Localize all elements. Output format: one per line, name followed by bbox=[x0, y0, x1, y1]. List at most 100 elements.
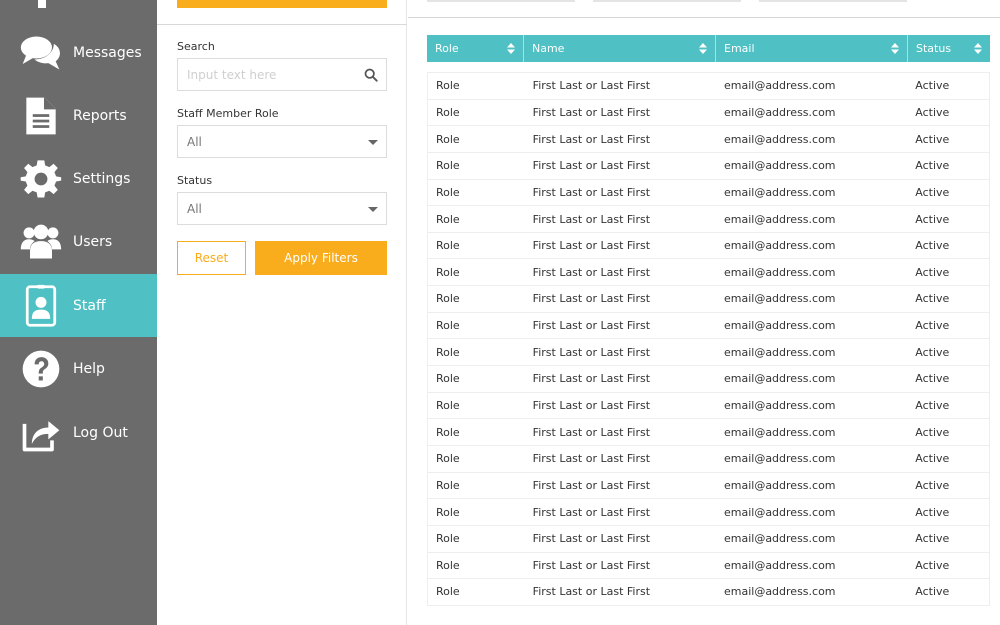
nav-item-partial-icon bbox=[38, 0, 46, 8]
tab-partial[interactable] bbox=[593, 0, 741, 2]
sidebar-item-label: Users bbox=[73, 233, 113, 250]
cell-name: First Last or Last First bbox=[532, 452, 651, 466]
cell-role: Role bbox=[436, 399, 460, 412]
cell-role: Role bbox=[436, 132, 460, 146]
sidebar-item-messages[interactable]: Messages bbox=[0, 21, 157, 84]
column-header-label: Role bbox=[435, 42, 459, 55]
reset-button[interactable]: Reset bbox=[177, 241, 246, 275]
search-label: Search bbox=[177, 40, 215, 53]
cell-status: Active bbox=[915, 319, 950, 333]
cell-email: email@address.com bbox=[723, 399, 836, 412]
cell-name: First Last or Last First bbox=[532, 239, 651, 253]
sidebar-item-reports[interactable]: Reports bbox=[0, 84, 157, 147]
cell-email: email@address.com bbox=[723, 345, 836, 359]
table-row[interactable]: Role First Last or Last First email@addres… bbox=[428, 233, 989, 260]
table-row[interactable]: Role First Last or Last First email@addres… bbox=[428, 126, 989, 153]
cell-name: First Last or Last First bbox=[532, 105, 651, 119]
cell-status: Active bbox=[915, 532, 950, 546]
sidebar-item-settings[interactable]: Settings bbox=[0, 147, 157, 210]
table-row[interactable]: Role First Last or Last First email@addres… bbox=[428, 419, 989, 446]
table-body: Role First Last or Last First email@addres… bbox=[427, 72, 990, 606]
search-input[interactable] bbox=[187, 67, 357, 82]
cell-email: email@address.com bbox=[723, 478, 836, 492]
table-row[interactable]: Role First Last or Last First email@addres… bbox=[428, 259, 989, 287]
search-field[interactable] bbox=[177, 58, 387, 91]
cell-name: First Last or Last First bbox=[532, 345, 651, 359]
search-icon[interactable] bbox=[364, 68, 378, 82]
cell-name: First Last or Last First bbox=[532, 505, 651, 519]
cell-role: Role bbox=[436, 79, 460, 93]
document-icon bbox=[18, 93, 64, 139]
sort-icon[interactable] bbox=[699, 43, 707, 54]
cell-role: Role bbox=[436, 558, 460, 572]
cell-name: First Last or Last First bbox=[532, 159, 651, 173]
divider bbox=[408, 17, 1000, 18]
sidebar-item-label: Settings bbox=[73, 170, 131, 187]
column-header-label: Email bbox=[724, 42, 755, 55]
table-row[interactable]: Role First Last or Last First email@addres… bbox=[428, 180, 989, 207]
sidebar-item-log-out[interactable]: Log Out bbox=[0, 401, 157, 464]
cell-role: Role bbox=[436, 372, 460, 386]
table-row[interactable]: Role First Last or Last First email@addres… bbox=[428, 286, 989, 313]
cell-status: Active bbox=[915, 505, 950, 519]
sidebar-item-staff[interactable]: Staff bbox=[0, 274, 157, 337]
table-row[interactable]: Role First Last or Last First email@addres… bbox=[428, 339, 989, 367]
table-row[interactable]: Role First Last or Last First email@addres… bbox=[428, 553, 989, 580]
gear-icon bbox=[18, 156, 64, 202]
sidebar-item-label: Messages bbox=[73, 44, 142, 61]
sidebar-item-users[interactable]: Users bbox=[0, 210, 157, 273]
table-row[interactable]: Role First Last or Last First email@addres… bbox=[428, 473, 989, 500]
tab-partial[interactable] bbox=[759, 0, 907, 2]
cell-name: First Last or Last First bbox=[532, 292, 651, 306]
cell-role: Role bbox=[436, 505, 460, 519]
table-row[interactable]: Role First Last or Last First email@addres… bbox=[428, 366, 989, 393]
table-row[interactable]: Role First Last or Last First email@addres… bbox=[428, 393, 989, 420]
cell-name: First Last or Last First bbox=[532, 558, 651, 572]
table-row[interactable]: Role First Last or Last First email@addres… bbox=[428, 153, 989, 180]
cell-role: Role bbox=[436, 452, 460, 466]
sidebar-item-label: Reports bbox=[73, 107, 127, 124]
sort-icon[interactable] bbox=[974, 43, 982, 54]
add-staff-button-partial[interactable] bbox=[177, 0, 387, 8]
chevron-down-icon bbox=[368, 207, 378, 212]
column-header-status[interactable]: Status bbox=[908, 35, 990, 62]
cell-role: Role bbox=[436, 159, 460, 173]
cell-email: email@address.com bbox=[723, 425, 836, 439]
table-row[interactable]: Role First Last or Last First email@addres… bbox=[428, 579, 989, 606]
column-header-role[interactable]: Role bbox=[427, 35, 524, 62]
table-row[interactable]: Role First Last or Last First email@addres… bbox=[428, 526, 989, 553]
cell-status: Active bbox=[915, 292, 950, 306]
cell-email: email@address.com bbox=[723, 452, 836, 466]
cell-status: Active bbox=[915, 345, 950, 359]
cell-role: Role bbox=[436, 319, 460, 333]
cell-name: First Last or Last First bbox=[532, 79, 651, 93]
table-row[interactable]: Role First Last or Last First email@addres… bbox=[428, 499, 989, 526]
table-row[interactable]: Role First Last or Last First email@addres… bbox=[428, 100, 989, 127]
status-select[interactable]: All bbox=[177, 192, 387, 225]
apply-filters-button[interactable]: Apply Filters bbox=[255, 241, 387, 275]
cell-email: email@address.com bbox=[723, 105, 836, 119]
staff-role-value: All bbox=[187, 134, 202, 149]
cell-email: email@address.com bbox=[723, 558, 836, 572]
status-label: Status bbox=[177, 174, 213, 187]
sort-icon[interactable] bbox=[507, 43, 515, 54]
staff-role-select[interactable]: All bbox=[177, 125, 387, 158]
column-header-name[interactable]: Name bbox=[524, 35, 716, 62]
cell-name: First Last or Last First bbox=[532, 132, 651, 146]
table-row[interactable]: Role First Last or Last First email@addres… bbox=[428, 206, 989, 233]
column-header-email[interactable]: Email bbox=[716, 35, 908, 62]
cell-email: email@address.com bbox=[723, 159, 836, 173]
table-row[interactable]: Role First Last or Last First email@addres… bbox=[428, 313, 989, 340]
cell-email: email@address.com bbox=[723, 132, 836, 146]
cell-role: Role bbox=[436, 292, 460, 306]
cell-email: email@address.com bbox=[723, 212, 836, 226]
column-header-label: Status bbox=[916, 42, 952, 55]
sort-icon[interactable] bbox=[891, 43, 899, 54]
table-row[interactable]: Role First Last or Last First email@addres… bbox=[428, 73, 989, 100]
tab-partial[interactable] bbox=[427, 0, 575, 2]
column-header-label: Name bbox=[532, 42, 565, 55]
table-row[interactable]: Role First Last or Last First email@addres… bbox=[428, 446, 989, 473]
sidebar-item-help[interactable]: Help bbox=[0, 337, 157, 400]
staff-role-label: Staff Member Role bbox=[177, 107, 279, 120]
cell-email: email@address.com bbox=[723, 372, 836, 386]
